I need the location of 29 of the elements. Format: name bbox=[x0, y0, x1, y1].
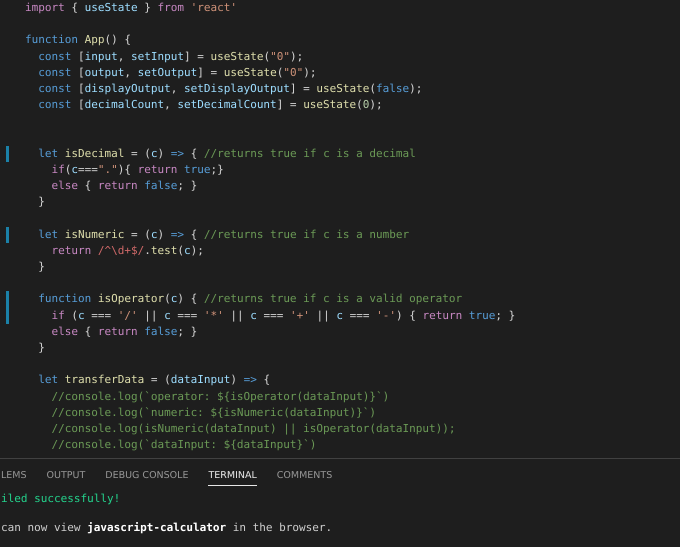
code-line: //console.log(`dataInput: ${dataInput}`) bbox=[50, 437, 316, 454]
terminal-line: iled successfully! bbox=[1, 492, 120, 505]
code-line: } bbox=[37, 259, 45, 275]
code-line: let transferData = (dataInput) => { bbox=[37, 372, 270, 388]
code-line: return /^\d+$/.test(c); bbox=[50, 242, 204, 259]
code-line: if (c === '/' || c === '*' || c === '+' || c === '-') { return true; } bbox=[50, 308, 516, 324]
panel-tab[interactable]: TERMINAL bbox=[208, 467, 257, 486]
code-line: function isOperator(c) { //returns true if c is a valid operator bbox=[37, 291, 462, 308]
code-line: } bbox=[37, 340, 45, 356]
panel-tab[interactable]: COMMENTS bbox=[276, 467, 332, 486]
code-line: else { return false; } bbox=[50, 324, 198, 340]
code-line: //console.log(`operator: ${isOperator(dataInput)}`) bbox=[50, 388, 390, 404]
code-line: //console.log(`numeric: ${isNumeric(dataInput)}`) bbox=[50, 404, 376, 421]
code-line: let isNumeric = (c) => { //returns true if c is a number bbox=[37, 226, 410, 243]
code-line: //console.log(isNumeric(dataInput) || isOperator(dataInput)); bbox=[50, 420, 456, 437]
code-line: } bbox=[37, 194, 45, 210]
terminal-line: can now view javascript-calculator in the browser. bbox=[1, 521, 332, 534]
code-line: import { useState } from 'react' bbox=[25, 0, 237, 16]
code-line: const [decimalCount, setDecimalCount] = useState(0); bbox=[37, 97, 383, 114]
panel-tab[interactable]: OUTPUT bbox=[46, 467, 86, 486]
code-line: else { return false; } bbox=[50, 178, 198, 194]
code-line: if(c==="."){ return true;} bbox=[50, 162, 224, 178]
code-line: const [output, setOutput] = useState("0"); bbox=[37, 64, 316, 81]
panel-tab[interactable]: DEBUG CONSOLE bbox=[105, 467, 188, 486]
code-line: function App() { bbox=[25, 32, 131, 48]
code-line: const [input, setInput] = useState("0"); bbox=[37, 48, 304, 65]
code-line: const [displayOutput, setDisplayOutput] = useState(false); bbox=[37, 80, 422, 97]
code-line: let isDecimal = (c) => { //returns true if c is a decimal bbox=[37, 146, 416, 162]
panel-tab[interactable]: LEMS bbox=[1, 467, 27, 486]
